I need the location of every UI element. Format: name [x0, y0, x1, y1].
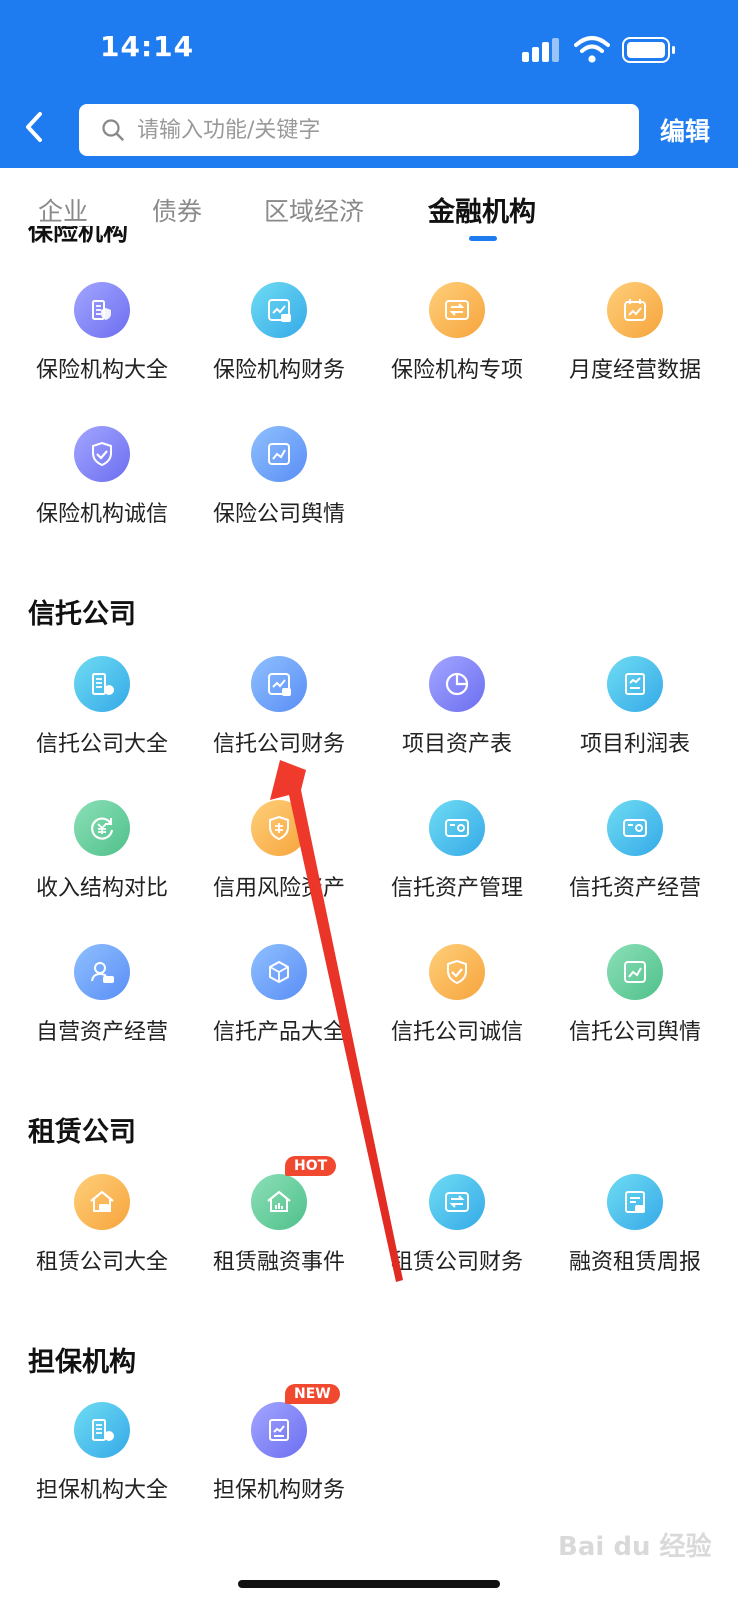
cube-trust-icon: [251, 944, 307, 1000]
grid-item-trust-sentiment[interactable]: 信托公司舆情: [546, 944, 724, 1046]
grid-item-label: 租赁融资事件: [212, 1250, 345, 1275]
self-operated-icon: [74, 944, 130, 1000]
grid-item-leasing-financing-events[interactable]: HOT 租赁融资事件: [190, 1156, 368, 1276]
building-trust-icon: [74, 656, 130, 712]
grid-item-trust-asset-operation[interactable]: 信托资产经营: [546, 800, 724, 902]
grid-item-monthly-data[interactable]: 月度经营数据: [546, 282, 724, 384]
yuan-cycle-icon: [74, 800, 130, 856]
grid-item-label: 融资租赁周报: [568, 1250, 701, 1275]
hot-badge: HOT: [285, 1156, 337, 1176]
search-box[interactable]: [79, 104, 639, 156]
section-title-trust: 信托公司: [28, 599, 136, 630]
document-chart-icon: NEW: [251, 1384, 340, 1458]
grid-item-label: 信托资产管理: [390, 876, 523, 901]
section-title-leasing: 租赁公司: [28, 1117, 136, 1148]
edit-button[interactable]: 编辑: [660, 112, 710, 148]
tab-regional-economy[interactable]: 区域经济: [264, 192, 364, 228]
grid-item-label: 保险机构大全: [35, 358, 168, 383]
grid-item-insurance-special[interactable]: 保险机构专项: [368, 282, 546, 384]
active-tab-indicator: [469, 236, 497, 241]
grid-item-label: 租赁公司财务: [390, 1250, 523, 1275]
grid-item-label: 项目利润表: [579, 732, 690, 757]
grid-item-label: 项目资产表: [401, 732, 512, 757]
grid-item-label: 信托公司舆情: [568, 1020, 701, 1045]
section-title-insurance: 保险机构: [28, 226, 129, 246]
chart-insurance-icon: [251, 282, 307, 338]
building-guarantee-icon: [74, 1402, 130, 1458]
sentiment-chart-icon: [251, 426, 307, 482]
search-icon: [102, 119, 124, 141]
grid-item-label: 保险公司舆情: [212, 502, 345, 527]
shield-trust-icon: [429, 944, 485, 1000]
grid-item-label: 担保机构大全: [35, 1478, 168, 1503]
grid-item-label: 担保机构财务: [212, 1478, 345, 1503]
grid-item-label: 信托产品大全: [212, 1020, 345, 1045]
grid-item-label: 信托公司大全: [35, 732, 168, 757]
tab-financial-institutions[interactable]: 金融机构: [428, 190, 536, 229]
grid-item-label: 保险机构财务: [212, 358, 345, 383]
sentiment-trust-icon: [607, 944, 663, 1000]
report-chart-icon: [607, 656, 663, 712]
grid-item-trust-finance[interactable]: 信托公司财务: [190, 656, 368, 758]
wallet-icon: [607, 800, 663, 856]
grid-item-income-structure[interactable]: 收入结构对比: [13, 800, 191, 902]
grid-item-insurance-directory[interactable]: 保险机构大全: [13, 282, 191, 384]
status-time: 14:14: [100, 30, 195, 63]
tab-enterprise[interactable]: 企业: [38, 192, 88, 228]
building-shield-icon: [74, 282, 130, 338]
grid-item-leasing-weekly[interactable]: 融资租赁周报: [546, 1174, 724, 1276]
grid-item-trust-integrity[interactable]: 信托公司诚信: [368, 944, 546, 1046]
grid-item-label: 保险机构专项: [390, 358, 523, 383]
back-arrow-icon[interactable]: [18, 110, 52, 144]
grid-item-trust-products[interactable]: 信托产品大全: [190, 944, 368, 1046]
grid-item-label: 信托资产经营: [568, 876, 701, 901]
transfer-insurance-icon: [429, 282, 485, 338]
wallet-icon: [429, 800, 485, 856]
grid-item-label: 收入结构对比: [35, 876, 168, 901]
grid-item-self-operated-assets[interactable]: 自营资产经营: [13, 944, 191, 1046]
grid-item-guarantee-directory[interactable]: 担保机构大全: [13, 1402, 191, 1504]
house-chart-icon: HOT: [251, 1156, 337, 1230]
search-input[interactable]: [137, 117, 607, 143]
grid-item-project-profit[interactable]: 项目利润表: [546, 656, 724, 758]
battery-icon: [622, 37, 675, 63]
watermark: Bai du 经验: [558, 1532, 712, 1562]
grid-item-label: 信用风险资产: [212, 876, 345, 901]
credit-shield-icon: [251, 800, 307, 856]
wifi-icon: [574, 36, 610, 63]
grid-item-label: 自营资产经营: [35, 1020, 168, 1045]
shield-check-icon: [74, 426, 130, 482]
top-bar: 14:14 编辑: [0, 0, 738, 168]
grid-item-guarantee-finance[interactable]: NEW 担保机构财务: [190, 1384, 368, 1504]
grid-item-label: 保险机构诚信: [35, 502, 168, 527]
calendar-chart-icon: [607, 282, 663, 338]
grid-item-trust-asset-management[interactable]: 信托资产管理: [368, 800, 546, 902]
grid-item-trust-directory[interactable]: 信托公司大全: [13, 656, 191, 758]
grid-item-label: 信托公司诚信: [390, 1020, 523, 1045]
transfer-lease-icon: [429, 1174, 485, 1230]
house-lease-icon: [74, 1174, 130, 1230]
home-indicator: [238, 1580, 500, 1588]
grid-item-insurance-sentiment[interactable]: 保险公司舆情: [190, 426, 368, 528]
grid-item-insurance-integrity[interactable]: 保险机构诚信: [13, 426, 191, 528]
pie-chart-icon: [429, 656, 485, 712]
weekly-report-icon: [607, 1174, 663, 1230]
grid-item-leasing-finance[interactable]: 租赁公司财务: [368, 1174, 546, 1276]
grid-item-credit-risk-assets[interactable]: 信用风险资产: [190, 800, 368, 902]
grid-item-project-assets[interactable]: 项目资产表: [368, 656, 546, 758]
signal-icon: [522, 38, 562, 62]
grid-item-label: 租赁公司大全: [35, 1250, 168, 1275]
new-badge: NEW: [285, 1384, 340, 1404]
grid-item-insurance-finance[interactable]: 保险机构财务: [190, 282, 368, 384]
grid-item-leasing-directory[interactable]: 租赁公司大全: [13, 1174, 191, 1276]
tab-bonds[interactable]: 债券: [152, 192, 202, 228]
grid-item-label: 信托公司财务: [212, 732, 345, 757]
section-title-guarantee: 担保机构: [28, 1347, 136, 1378]
grid-item-label: 月度经营数据: [568, 358, 701, 383]
chart-trust-icon: [251, 656, 307, 712]
